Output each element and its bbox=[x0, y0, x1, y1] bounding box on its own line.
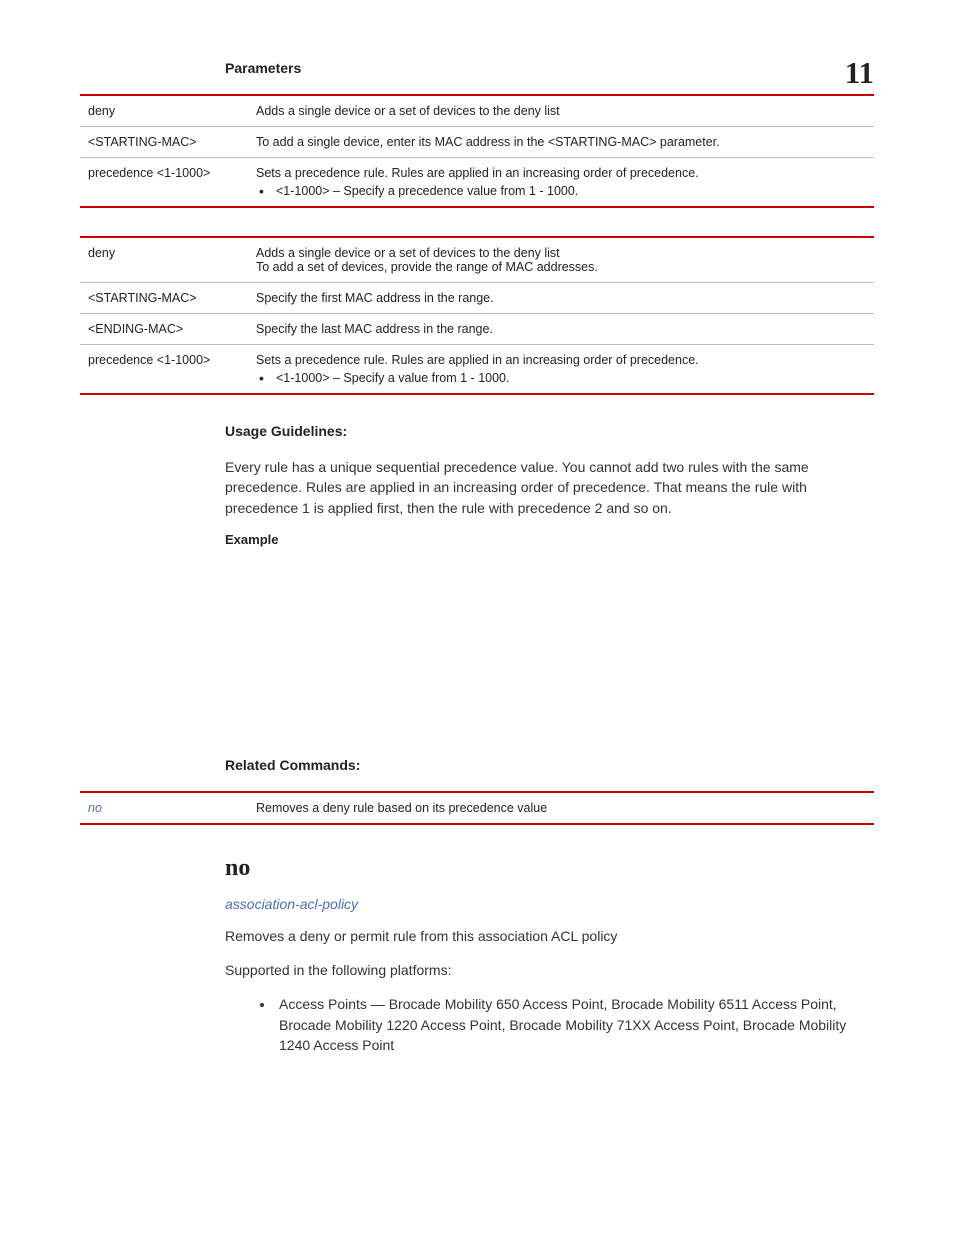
supported-platforms-label: Supported in the following platforms: bbox=[225, 960, 874, 980]
param-name: deny bbox=[80, 95, 250, 127]
parameters-table-2: deny Adds a single device or a set of de… bbox=[80, 236, 874, 395]
example-heading: Example bbox=[225, 532, 874, 547]
related-heading: Related Commands: bbox=[225, 757, 874, 773]
param-name: precedence <1-1000> bbox=[80, 158, 250, 208]
table-row: <ENDING-MAC> Specify the last MAC addres… bbox=[80, 314, 874, 345]
usage-body: Every rule has a unique sequential prece… bbox=[225, 457, 874, 518]
param-desc-line: To add a set of devices, provide the ran… bbox=[256, 260, 868, 274]
param-name: <STARTING-MAC> bbox=[80, 127, 250, 158]
platform-list: Access Points — Brocade Mobility 650 Acc… bbox=[275, 994, 874, 1055]
table-row: <STARTING-MAC> Specify the first MAC add… bbox=[80, 283, 874, 314]
no-description: Removes a deny or permit rule from this … bbox=[225, 926, 874, 946]
usage-heading: Usage Guidelines: bbox=[225, 423, 874, 439]
param-desc: Adds a single device or a set of devices… bbox=[250, 237, 874, 283]
param-name: precedence <1-1000> bbox=[80, 345, 250, 395]
param-name: <STARTING-MAC> bbox=[80, 283, 250, 314]
list-item: Access Points — Brocade Mobility 650 Acc… bbox=[275, 994, 874, 1055]
param-desc: Specify the first MAC address in the ran… bbox=[250, 283, 874, 314]
param-desc: Specify the last MAC address in the rang… bbox=[250, 314, 874, 345]
association-acl-policy-link[interactable]: association-acl-policy bbox=[225, 896, 874, 912]
table-row: no Removes a deny rule based on its prec… bbox=[80, 792, 874, 824]
param-bullet: <1-1000> – Specify a value from 1 - 1000… bbox=[256, 371, 868, 385]
param-desc-line: Adds a single device or a set of devices… bbox=[256, 246, 868, 260]
no-link[interactable]: no bbox=[88, 801, 102, 815]
param-desc: Adds a single device or a set of devices… bbox=[250, 95, 874, 127]
param-desc-line: Sets a precedence rule. Rules are applie… bbox=[256, 353, 699, 367]
param-desc: Sets a precedence rule. Rules are applie… bbox=[250, 158, 874, 208]
param-name: deny bbox=[80, 237, 250, 283]
table-row: deny Adds a single device or a set of de… bbox=[80, 237, 874, 283]
param-desc: To add a single device, enter its MAC ad… bbox=[250, 127, 874, 158]
table-row: precedence <1-1000> Sets a precedence ru… bbox=[80, 345, 874, 395]
related-commands-table: no Removes a deny rule based on its prec… bbox=[80, 791, 874, 825]
parameters-table-1: deny Adds a single device or a set of de… bbox=[80, 94, 874, 208]
related-cmd-name: no bbox=[80, 792, 250, 824]
parameters-heading: Parameters bbox=[225, 60, 874, 76]
param-bullet: <1-1000> – Specify a precedence value fr… bbox=[256, 184, 868, 198]
param-desc: Sets a precedence rule. Rules are applie… bbox=[250, 345, 874, 395]
table-row: <STARTING-MAC> To add a single device, e… bbox=[80, 127, 874, 158]
param-desc-line: Sets a precedence rule. Rules are applie… bbox=[256, 166, 699, 180]
related-cmd-desc: Removes a deny rule based on its precede… bbox=[250, 792, 874, 824]
no-command-title: no bbox=[225, 855, 874, 882]
table-row: precedence <1-1000> Sets a precedence ru… bbox=[80, 158, 874, 208]
table-row: deny Adds a single device or a set of de… bbox=[80, 95, 874, 127]
param-name: <ENDING-MAC> bbox=[80, 314, 250, 345]
page-number: 11 bbox=[845, 55, 874, 91]
